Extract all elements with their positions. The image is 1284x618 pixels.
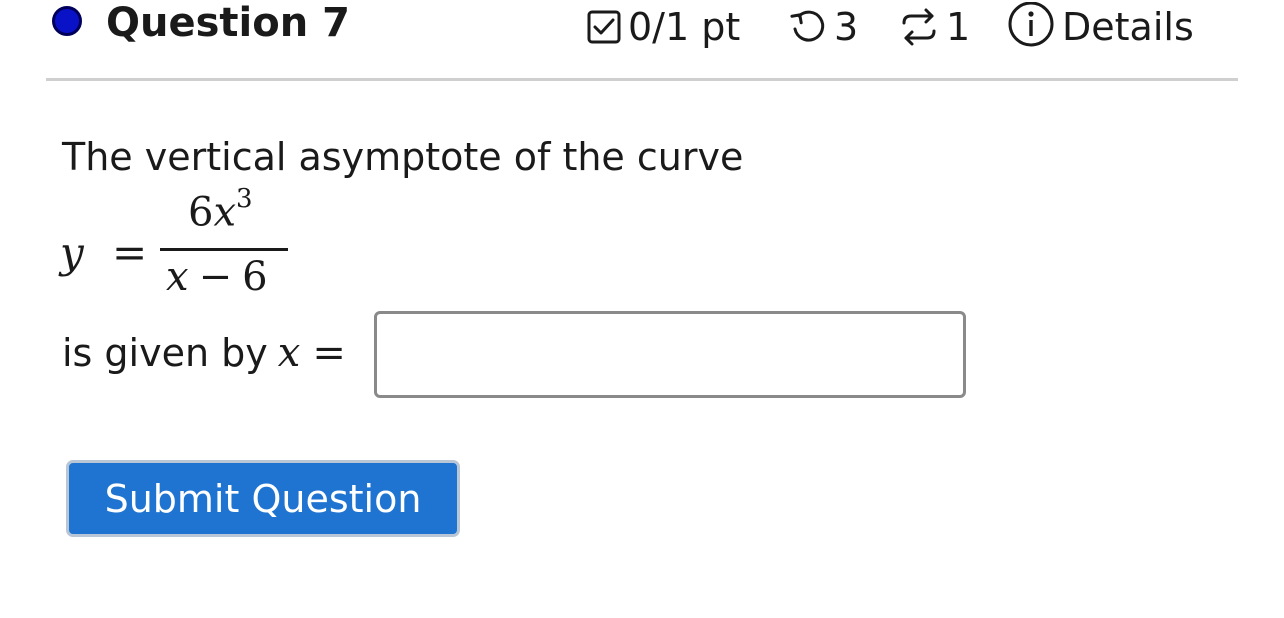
info-icon[interactable] xyxy=(1006,2,1056,52)
equation-equals: = xyxy=(112,228,148,277)
points-indicator: 0/1 pt xyxy=(586,4,740,50)
retries-indicator: 1 xyxy=(898,4,970,50)
fraction-denominator: x −6 xyxy=(166,254,268,300)
header-divider xyxy=(46,78,1238,81)
denominator-constant: 6 xyxy=(242,254,268,300)
question-prompt: The vertical asymptote of the curve xyxy=(62,135,744,179)
retry-icon xyxy=(898,6,940,48)
answer-equals: = xyxy=(312,330,346,376)
denominator-variable: x xyxy=(166,254,189,300)
fraction-bar xyxy=(160,248,288,251)
question-page: Question 7 0/1 pt 3 1 Details The vertic… xyxy=(0,0,1284,618)
answer-input[interactable] xyxy=(374,311,966,398)
submit-question-button[interactable]: Submit Question xyxy=(66,460,460,537)
points-text: 0/1 pt xyxy=(628,5,741,49)
answer-variable: x xyxy=(277,330,301,376)
checkbox-icon xyxy=(586,9,622,45)
numerator-exponent: 3 xyxy=(236,184,253,214)
denominator-operator: − xyxy=(198,254,233,300)
fraction-numerator: 6x3 xyxy=(188,184,253,236)
retries-count: 1 xyxy=(946,5,971,49)
details-button[interactable]: Details xyxy=(1006,2,1194,52)
answer-prompt: is given by x = xyxy=(62,328,346,378)
status-dot-icon xyxy=(52,6,82,36)
numerator-coefficient: 6 xyxy=(188,189,214,236)
answer-prompt-text: is given by xyxy=(62,331,268,375)
question-title: Question 7 xyxy=(106,0,350,46)
attempts-count: 3 xyxy=(834,5,859,49)
undo-icon xyxy=(788,7,828,47)
numerator-variable: x xyxy=(213,189,237,236)
attempts-indicator: 3 xyxy=(788,4,858,50)
question-header: Question 7 0/1 pt 3 1 Details xyxy=(0,0,1284,60)
equation-lhs: y xyxy=(60,228,84,277)
details-label[interactable]: Details xyxy=(1062,4,1194,50)
